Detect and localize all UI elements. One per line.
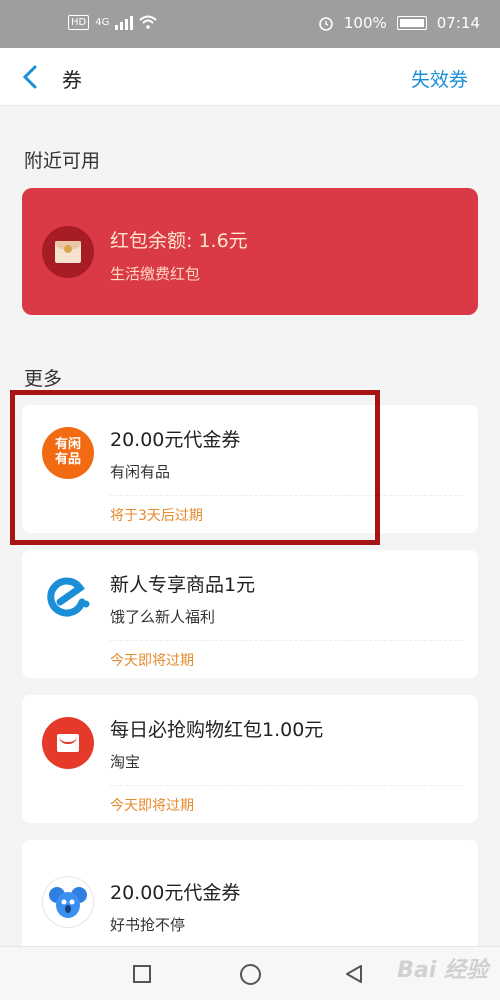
coupon-merchant: 好书抢不停 [110,916,186,934]
coupon-merchant: 淘宝 [110,753,141,771]
more-section-title: 更多 [24,368,63,390]
coupon-name: 20.00元代金券 [110,882,241,904]
battery-icon [396,16,427,30]
coupon-expire: 今天即将过期 [110,798,194,814]
page-title: 券 [62,68,82,92]
coupon-card[interactable]: 20.00元代金券 好书抢不停 [22,840,478,946]
eleme-logo-icon [42,572,94,624]
top-nav: 券 失效券 [0,48,500,106]
battery-percent: 100% [343,14,387,32]
hd-badge: HD [68,14,90,30]
divider [110,640,462,641]
alarm-icon [319,17,333,31]
taobao-red-packet-icon [42,717,94,769]
highlight-box [10,390,380,545]
red-packet-icon [42,226,94,278]
coupon-name: 每日必抢购物红包1.00元 [110,719,324,741]
clock: 07:14 [436,14,480,32]
red-packet-card[interactable]: 红包余额: 1.6元 生活缴费红包 [22,188,478,315]
red-packet-type: 生活缴费红包 [110,265,201,283]
coupon-card[interactable]: 新人专享商品1元 饿了么新人福利 今天即将过期 [22,550,478,678]
koala-logo-icon [42,876,94,928]
nearby-section-title: 附近可用 [24,150,101,172]
coupon-card[interactable]: 每日必抢购物红包1.00元 淘宝 今天即将过期 [22,695,478,823]
wifi-icon [139,15,158,29]
signal-icon [115,14,134,30]
coupon-name: 新人专享商品1元 [110,574,256,596]
back-arrow-icon[interactable] [18,64,44,90]
coupon-expire: 今天即将过期 [110,653,194,669]
back-icon[interactable] [344,964,364,984]
status-bar: HD 4G 100% 07:14 [0,0,500,48]
red-packet-balance: 红包余额: 1.6元 [110,230,248,252]
network-type: 4G [95,16,110,28]
watermark: Bai 经验 [397,958,488,983]
coupon-merchant: 饿了么新人福利 [110,608,216,626]
divider [110,785,462,786]
home-icon[interactable] [240,964,261,985]
recent-apps-icon[interactable] [133,965,151,983]
expired-coupons-link[interactable]: 失效券 [411,65,468,92]
